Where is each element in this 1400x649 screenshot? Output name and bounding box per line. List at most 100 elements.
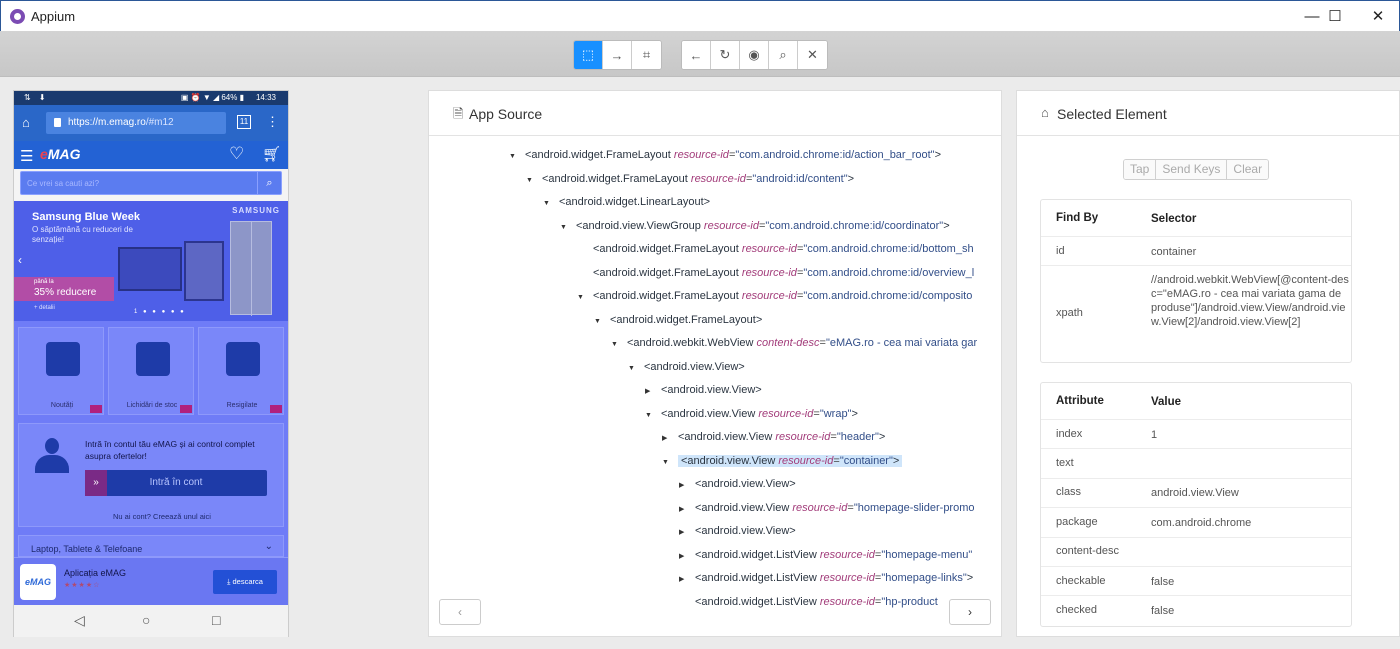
- nav-back-icon[interactable]: ◁: [74, 612, 85, 629]
- node-attr: resource-id: [819, 572, 875, 584]
- table-row[interactable]: xpath //android.webkit.WebView[@content-d…: [1041, 266, 1351, 362]
- caret-down-icon[interactable]: ▼: [628, 361, 644, 377]
- send-keys-button[interactable]: Send Keys: [1156, 160, 1228, 179]
- select-elements-button[interactable]: ⬚: [574, 41, 603, 69]
- title-bar: Appium — ☐ ✕: [0, 0, 1400, 31]
- source-tree-node[interactable]: <android.widget.FrameLayout resource-id=…: [577, 241, 974, 257]
- tap-button[interactable]: Tap: [1124, 160, 1157, 179]
- download-app-button[interactable]: ⤓ descarca: [213, 570, 277, 594]
- create-account-link[interactable]: Nu ai cont? Creează unul aici: [87, 512, 237, 521]
- caret-down-icon[interactable]: ▼: [645, 408, 661, 424]
- clear-button[interactable]: Clear: [1227, 160, 1269, 179]
- swipe-button[interactable]: →: [603, 41, 632, 69]
- source-tree-node[interactable]: ▼ <android.widget.FrameLayout>: [594, 312, 762, 328]
- source-tree-node[interactable]: ▼ <android.webkit.WebView content-desc="e…: [611, 335, 977, 351]
- node-end: >: [851, 407, 858, 420]
- source-tree-node[interactable]: ▶ <android.view.View resource-id="homepag…: [679, 500, 975, 516]
- source-tree-node[interactable]: ▶ <android.view.View>: [679, 476, 796, 492]
- source-tree-node[interactable]: <android.widget.FrameLayout resource-id=…: [577, 265, 974, 281]
- browser-menu-icon[interactable]: ⋮: [266, 114, 279, 130]
- banner-prev-icon[interactable]: ‹: [18, 253, 22, 267]
- browser-url-bar[interactable]: ⌂ https://m.emag.ro/#m12 11 ⋮: [14, 105, 288, 141]
- quit-session-icon: ✕: [807, 47, 818, 62]
- tile-lichidari[interactable]: Lichidări de stoc: [108, 327, 194, 415]
- tap-by-coordinates-button[interactable]: ⌗: [632, 41, 661, 69]
- caret-down-icon[interactable]: ▼: [662, 455, 678, 471]
- phone-search-input[interactable]: Ce vrei sa cauti azi? ⌕: [20, 171, 282, 195]
- caret-right-icon[interactable]: ▶: [679, 549, 695, 565]
- table-row[interactable]: content-desc: [1041, 538, 1351, 567]
- source-tree-node[interactable]: <android.widget.ListView resource-id="hp…: [679, 594, 938, 610]
- source-tree-node[interactable]: ▶ <android.widget.ListView resource-id="h…: [679, 570, 973, 586]
- device-screenshot[interactable]: ⇅ ⬇ ▣ ⏰ ▼ ◢ 64% ▮ 14:33 ⌂ https://m.emag…: [13, 90, 289, 637]
- caret-down-icon[interactable]: ▼: [594, 314, 610, 330]
- caret-right-icon[interactable]: ▶: [662, 431, 678, 447]
- table-row[interactable]: class android.view.View: [1041, 479, 1351, 509]
- caret-right-icon[interactable]: ▶: [679, 572, 695, 588]
- source-tree-node[interactable]: ▼ <android.widget.FrameLayout resource-id…: [577, 288, 972, 304]
- source-tree-node[interactable]: ▼ <android.widget.LinearLayout>: [543, 194, 710, 210]
- source-tree-node[interactable]: ▶ <android.view.View>: [645, 382, 762, 398]
- start-recording-button[interactable]: ◉: [740, 41, 769, 69]
- caret-right-icon[interactable]: ▶: [679, 502, 695, 518]
- source-tree-node[interactable]: ▼ <android.view.View>: [628, 359, 745, 375]
- caret-down-icon[interactable]: ▼: [509, 149, 525, 165]
- emag-logo[interactable]: eMAG: [40, 146, 80, 162]
- source-tree-node[interactable]: ▼ <android.widget.FrameLayout resource-id…: [526, 171, 854, 187]
- quit-session-button[interactable]: ✕: [798, 41, 827, 69]
- nav-recents-icon[interactable]: □: [212, 612, 220, 628]
- source-tree-node[interactable]: ▼ <android.widget.FrameLayout resource-id…: [509, 147, 941, 163]
- search-icon[interactable]: ⌕: [257, 172, 281, 194]
- table-row[interactable]: id container: [1041, 237, 1351, 266]
- table-row[interactable]: text: [1041, 449, 1351, 479]
- source-tree-node[interactable]: ▼ <android.view.View resource-id="wrap">: [645, 406, 858, 422]
- home-icon[interactable]: ⌂: [22, 115, 30, 130]
- maximize-button[interactable]: ☐: [1312, 1, 1358, 32]
- favorites-heart-icon[interactable]: ♡: [229, 144, 244, 164]
- category-accordion[interactable]: Laptop, Tablete & Telefoane ⌄: [18, 535, 284, 557]
- back-button[interactable]: ←: [682, 41, 711, 69]
- discount-details-link[interactable]: + detalii: [34, 305, 55, 311]
- row-value: false: [1151, 575, 1175, 588]
- caret-right-icon[interactable]: ▶: [679, 525, 695, 541]
- source-tree-node[interactable]: ▶ <android.view.View>: [679, 523, 796, 539]
- caret-down-icon[interactable]: ▼: [543, 196, 559, 212]
- source-tree-node[interactable]: ▼ <android.view.ViewGroup resource-id="co…: [560, 218, 950, 234]
- tile-resigilate[interactable]: Resigilate: [198, 327, 284, 415]
- app-source-title: App Source: [469, 106, 543, 122]
- table-row[interactable]: package com.android.chrome: [1041, 508, 1351, 538]
- table-row[interactable]: checked false: [1041, 596, 1351, 625]
- url-field[interactable]: https://m.emag.ro/#m12: [46, 112, 226, 134]
- source-next-button[interactable]: ›: [949, 599, 991, 625]
- inspector-toolbar: ⬚ → ⌗ ← ↻ ◉ ⌕ ✕: [0, 31, 1400, 77]
- banner-pagination[interactable]: 1 ● ● ● ● ●: [134, 309, 186, 315]
- node-tag: <android.view.ViewGroup: [576, 219, 701, 232]
- caret-right-icon[interactable]: ▶: [645, 384, 661, 400]
- caret-down-icon[interactable]: ▼: [611, 337, 627, 353]
- cart-icon[interactable]: 🛒︎: [262, 145, 281, 163]
- tabs-count-icon[interactable]: 11: [237, 115, 251, 129]
- login-button[interactable]: » Intră în cont: [85, 470, 267, 496]
- close-window-button[interactable]: ✕: [1355, 1, 1400, 32]
- source-tree-node[interactable]: ▶ <android.widget.ListView resource-id="h…: [679, 547, 972, 563]
- search-button[interactable]: ⌕: [769, 41, 798, 69]
- nav-home-icon[interactable]: ○: [142, 612, 150, 628]
- caret-down-icon[interactable]: ▼: [560, 220, 576, 236]
- promo-banner[interactable]: Samsung Blue Week O săptămână cu reducer…: [14, 201, 288, 321]
- node-attr: resource-id: [819, 548, 875, 561]
- caret-down-icon[interactable]: ▼: [577, 290, 593, 306]
- hamburger-menu-icon[interactable]: ☰: [20, 147, 33, 165]
- banner-title: Samsung Blue Week: [32, 211, 140, 223]
- highlighted-container-overlay[interactable]: Samsung Blue Week O săptămână cu reducer…: [14, 201, 288, 605]
- source-tree-node[interactable]: ▼ <android.view.View resource-id="contain…: [662, 453, 903, 471]
- tile-noutati[interactable]: Noutăți: [18, 327, 104, 415]
- refresh-button[interactable]: ↻: [711, 41, 740, 69]
- caret-down-icon[interactable]: ▼: [526, 173, 542, 189]
- source-tree[interactable]: ▼ <android.widget.FrameLayout resource-id…: [429, 137, 1001, 636]
- selected-element-panel: ⌂ Selected Element Tap Send Keys Clear Fin…: [1016, 90, 1400, 637]
- caret-right-icon[interactable]: ▶: [679, 478, 695, 494]
- source-prev-button[interactable]: ‹: [439, 599, 481, 625]
- source-tree-node[interactable]: ▶ <android.view.View resource-id="header"…: [662, 429, 885, 445]
- table-row[interactable]: index 1: [1041, 420, 1351, 450]
- table-row[interactable]: checkable false: [1041, 567, 1351, 597]
